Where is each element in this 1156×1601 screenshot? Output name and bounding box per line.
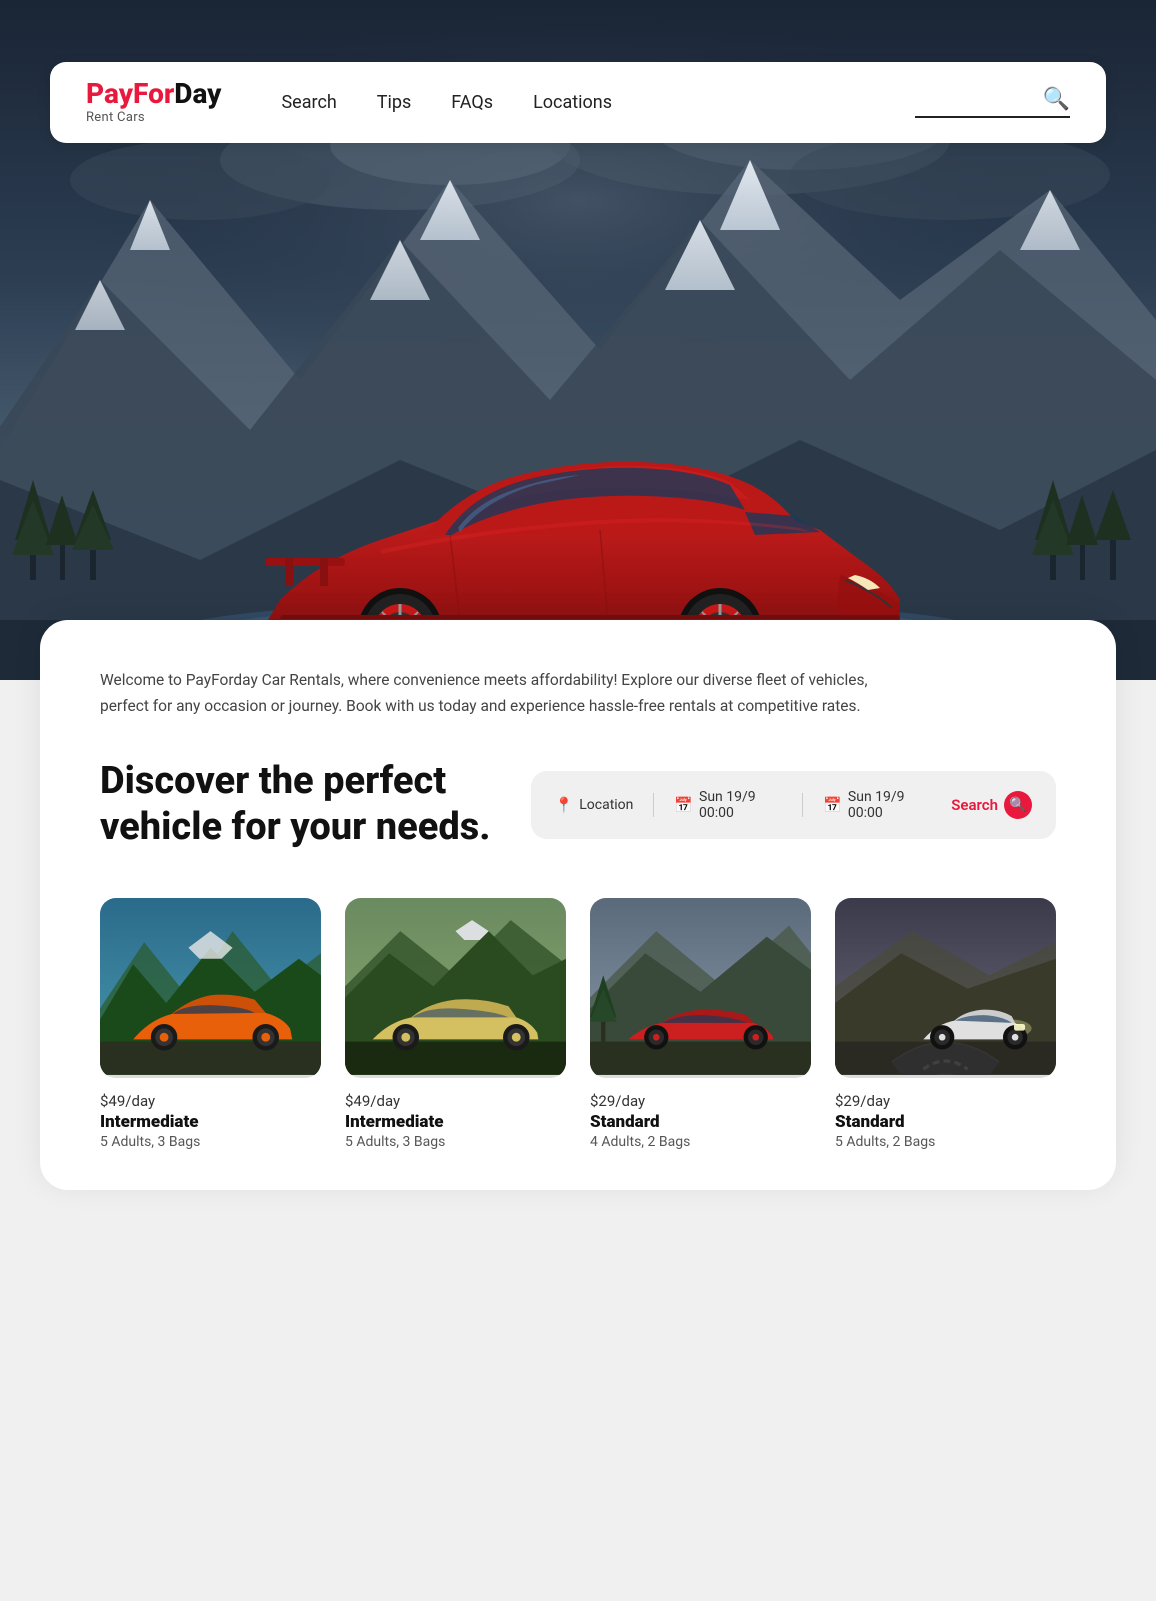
pickup-date-label: Sun 19/9 00:00 [699,789,782,821]
pickup-date-field[interactable]: 📅 Sun 19/9 00:00 [674,789,782,821]
discover-heading: Discover the perfect vehicle for your ne… [100,759,491,850]
logo-text: PayForDay [86,80,221,108]
header-search-input[interactable] [915,91,1035,109]
calendar-icon-dropoff: 📅 [823,796,842,814]
divider-2 [802,793,803,817]
logo[interactable]: PayForDay Rent Cars [86,80,221,125]
car-price: $29/day [590,1092,811,1110]
dropoff-date-label: Sun 19/9 00:00 [848,789,931,821]
car-card[interactable]: $49/day Intermediate 5 Adults, 3 Bags [100,898,321,1150]
welcome-text: Welcome to PayForday Car Rentals, where … [100,668,880,719]
search-submit-icon[interactable]: 🔍 [1004,791,1032,819]
content-card: Welcome to PayForday Car Rentals, where … [40,620,1116,1190]
location-icon: 📍 [555,796,574,814]
nav-faqs[interactable]: FAQs [451,92,493,113]
car-price: $49/day [345,1092,566,1110]
car-name: Intermediate [100,1112,321,1132]
nav-search[interactable]: Search [281,92,336,113]
discover-row: Discover the perfect vehicle for your ne… [100,759,1056,850]
car-card[interactable]: $29/day Standard 4 Adults, 2 Bags [590,898,811,1150]
car-name: Intermediate [345,1112,566,1132]
car-name: Standard [835,1112,1056,1132]
main-nav: Search Tips FAQs Locations [281,92,914,113]
header: PayForDay Rent Cars Search Tips FAQs Loc… [50,62,1106,143]
car-details: 5 Adults, 2 Bags [835,1134,1056,1150]
car-card[interactable]: $49/day Intermediate 5 Adults, 3 Bags [345,898,566,1150]
header-search[interactable]: 🔍 [915,87,1070,118]
car-price: $29/day [835,1092,1056,1110]
car-image [345,898,566,1078]
location-field[interactable]: 📍 Location [555,796,634,814]
search-icon[interactable]: 🔍 [1043,87,1070,112]
car-name: Standard [590,1112,811,1132]
search-button-label: Search [951,796,998,814]
search-button[interactable]: Search 🔍 [951,791,1032,819]
car-card[interactable]: $29/day Standard 5 Adults, 2 Bags [835,898,1056,1150]
car-grid: $49/day Intermediate 5 Adults, 3 Bags $4… [100,898,1056,1150]
search-widget: 📍 Location 📅 Sun 19/9 00:00 📅 Sun 19/9 0… [531,771,1056,839]
car-price: $49/day [100,1092,321,1110]
car-image [100,898,321,1078]
car-image [590,898,811,1078]
nav-tips[interactable]: Tips [377,92,412,113]
car-details: 5 Adults, 3 Bags [100,1134,321,1150]
nav-locations[interactable]: Locations [533,92,612,113]
divider-1 [653,793,654,817]
logo-subtitle: Rent Cars [86,110,221,125]
calendar-icon-pickup: 📅 [674,796,693,814]
car-details: 4 Adults, 2 Bags [590,1134,811,1150]
car-details: 5 Adults, 3 Bags [345,1134,566,1150]
dropoff-date-field[interactable]: 📅 Sun 19/9 00:00 [823,789,931,821]
car-image [835,898,1056,1078]
location-label: Location [579,797,633,813]
